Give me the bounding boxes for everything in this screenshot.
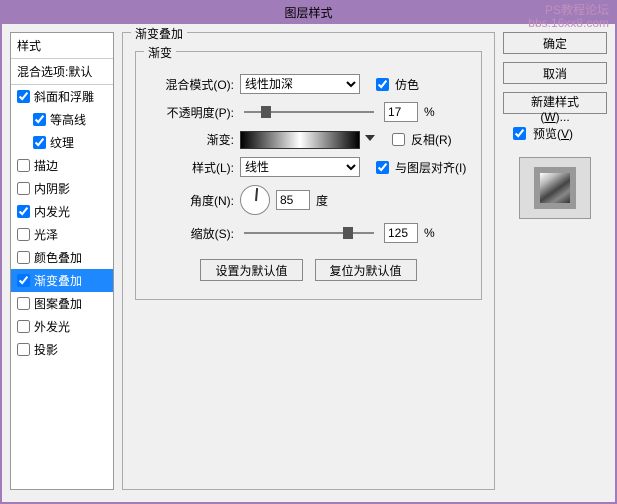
style-label: 样式(L):: [148, 159, 234, 176]
style-item-3[interactable]: 描边: [11, 154, 113, 177]
scale-slider[interactable]: [244, 232, 374, 234]
scale-input[interactable]: [384, 223, 418, 243]
opacity-input[interactable]: [384, 102, 418, 122]
style-item-4[interactable]: 内阴影: [11, 177, 113, 200]
style-item-checkbox[interactable]: [17, 320, 30, 333]
window-title: 图层样式: [284, 6, 332, 20]
angle-input[interactable]: [276, 190, 310, 210]
style-item-label: 颜色叠加: [34, 249, 82, 266]
style-item-label: 内阴影: [34, 180, 70, 197]
opacity-slider[interactable]: [244, 111, 374, 113]
preview-thumbnail: [519, 157, 591, 219]
style-item-checkbox[interactable]: [33, 113, 46, 126]
angle-label: 角度(N):: [148, 192, 234, 209]
style-item-label: 描边: [34, 157, 58, 174]
blend-mode-select[interactable]: 线性加深: [240, 74, 360, 94]
style-item-7[interactable]: 颜色叠加: [11, 246, 113, 269]
style-item-checkbox[interactable]: [17, 159, 30, 172]
style-item-checkbox[interactable]: [33, 136, 46, 149]
style-item-label: 斜面和浮雕: [34, 88, 94, 105]
style-item-9[interactable]: 图案叠加: [11, 292, 113, 315]
style-item-label: 等高线: [50, 111, 86, 128]
style-item-1[interactable]: 等高线: [11, 108, 113, 131]
group-title: 渐变叠加: [131, 25, 187, 42]
style-item-label: 投影: [34, 341, 58, 358]
preview-checkbox[interactable]: 预览(V): [503, 122, 607, 145]
sub-group-title: 渐变: [144, 44, 176, 61]
style-item-8[interactable]: 渐变叠加: [11, 269, 113, 292]
style-item-checkbox[interactable]: [17, 90, 30, 103]
style-item-6[interactable]: 光泽: [11, 223, 113, 246]
bevel-thumb-icon: [534, 167, 576, 209]
watermark: PS教程论坛 bbs.16xx8.com: [528, 4, 609, 30]
style-item-label: 光泽: [34, 226, 58, 243]
make-default-button[interactable]: 设置为默认值: [200, 259, 302, 281]
ok-button[interactable]: 确定: [503, 32, 607, 54]
align-checkbox[interactable]: 与图层对齐(I): [372, 158, 466, 177]
new-style-button[interactable]: 新建样式(W)...: [503, 92, 607, 114]
gradient-label: 渐变:: [148, 131, 234, 148]
style-item-checkbox[interactable]: [17, 251, 30, 264]
dither-checkbox[interactable]: 仿色: [372, 75, 419, 94]
layer-style-dialog: 图层样式 PS教程论坛 bbs.16xx8.com 样式 混合选项:默认 斜面和…: [0, 0, 617, 504]
style-item-2[interactable]: 纹理: [11, 131, 113, 154]
styles-list-panel: 样式 混合选项:默认 斜面和浮雕等高线纹理描边内阴影内发光光泽颜色叠加渐变叠加图…: [10, 32, 114, 490]
blending-options-default[interactable]: 混合选项:默认: [11, 59, 113, 85]
style-item-label: 渐变叠加: [34, 272, 82, 289]
cancel-button[interactable]: 取消: [503, 62, 607, 84]
angle-dial[interactable]: [240, 185, 270, 215]
reverse-checkbox[interactable]: 反相(R): [388, 130, 452, 149]
style-item-5[interactable]: 内发光: [11, 200, 113, 223]
gradient-picker[interactable]: [240, 131, 360, 149]
style-item-11[interactable]: 投影: [11, 338, 113, 361]
style-item-10[interactable]: 外发光: [11, 315, 113, 338]
scale-label: 缩放(S):: [148, 225, 234, 242]
style-item-label: 内发光: [34, 203, 70, 220]
style-item-0[interactable]: 斜面和浮雕: [11, 85, 113, 108]
right-panel: 确定 取消 新建样式(W)... 预览(V): [503, 32, 607, 490]
titlebar: 图层样式: [2, 2, 615, 24]
style-item-label: 外发光: [34, 318, 70, 335]
styles-header: 样式: [11, 33, 113, 59]
style-list: 斜面和浮雕等高线纹理描边内阴影内发光光泽颜色叠加渐变叠加图案叠加外发光投影: [11, 85, 113, 489]
style-item-checkbox[interactable]: [17, 205, 30, 218]
style-item-label: 纹理: [50, 134, 74, 151]
style-item-checkbox[interactable]: [17, 182, 30, 195]
style-item-checkbox[interactable]: [17, 297, 30, 310]
opacity-label: 不透明度(P):: [148, 104, 234, 121]
reset-default-button[interactable]: 复位为默认值: [315, 259, 417, 281]
style-item-checkbox[interactable]: [17, 343, 30, 356]
style-item-checkbox[interactable]: [17, 228, 30, 241]
options-panel: 渐变叠加 渐变 混合模式(O): 线性加深 仿色 不透: [122, 32, 495, 490]
style-select[interactable]: 线性: [240, 157, 360, 177]
style-item-label: 图案叠加: [34, 295, 82, 312]
style-item-checkbox[interactable]: [17, 274, 30, 287]
blend-mode-label: 混合模式(O):: [148, 76, 234, 93]
